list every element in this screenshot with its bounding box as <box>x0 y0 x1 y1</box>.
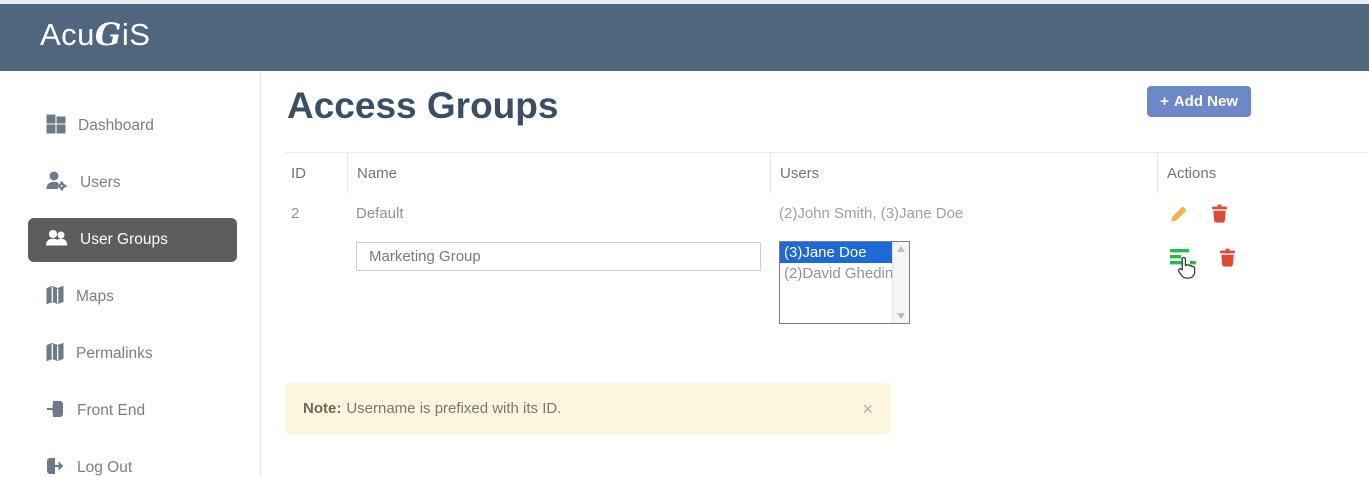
sidebar-item-label: Permalinks <box>76 345 153 363</box>
close-icon[interactable]: × <box>862 400 873 418</box>
note-alert: Note: Username is prefixed with its ID. … <box>285 383 891 434</box>
sidebar-item-user-groups[interactable]: User Groups <box>28 218 237 262</box>
note-label: Note: <box>303 400 341 417</box>
sign-in-icon <box>46 400 65 423</box>
sidebar-item-label: Dashboard <box>78 117 154 135</box>
sidebar-item-front-end[interactable]: Front End <box>28 389 237 433</box>
sidebar-item-permalinks[interactable]: Permalinks <box>28 332 237 376</box>
scroll-up-arrow-icon[interactable] <box>897 246 905 252</box>
logo-suffix: iS <box>122 17 151 52</box>
main-content: Access Groups + Add New ID Name Users Ac… <box>261 71 1369 477</box>
plus-icon: + <box>1160 93 1169 110</box>
column-header-id: ID <box>285 153 347 193</box>
edit-row: (3)Jane Doe (2)David Ghedini <box>285 233 1369 328</box>
page-title: Access Groups <box>287 85 558 127</box>
column-header-users: Users <box>770 153 1157 193</box>
table-row: 2 Default (2)John Smith, (3)Jane Doe <box>285 193 1369 233</box>
hand-cursor-icon <box>1174 255 1196 286</box>
dashboard-icon <box>46 114 66 139</box>
sidebar-item-maps[interactable]: Maps <box>28 275 237 319</box>
sidebar-item-label: Log Out <box>77 459 132 477</box>
edit-row-name-cell <box>347 233 770 271</box>
sidebar-item-label: Front End <box>77 402 145 420</box>
sidebar-item-log-out[interactable]: Log Out <box>28 446 237 477</box>
delete-trash-icon[interactable] <box>1219 248 1236 267</box>
delete-trash-icon[interactable] <box>1211 204 1228 223</box>
row-users: (2)John Smith, (3)Jane Doe <box>770 205 1157 222</box>
sidebar: Dashboard Users User <box>0 71 261 477</box>
row-actions <box>1157 204 1369 223</box>
multiselect-option[interactable]: (3)Jane Doe <box>780 242 892 263</box>
sidebar-item-dashboard[interactable]: Dashboard <box>28 104 237 148</box>
multiselect-option[interactable]: (2)David Ghedini <box>780 263 892 284</box>
logo-prefix: Acu <box>40 17 95 52</box>
users-multiselect[interactable]: (3)Jane Doe (2)David Ghedini <box>779 241 910 324</box>
logo-g: G <box>95 17 122 53</box>
app-window: AcuGiS Dashboard Users <box>0 0 1369 477</box>
table-header-row: ID Name Users Actions <box>285 152 1369 193</box>
edit-row-users-cell: (3)Jane Doe (2)David Ghedini <box>770 233 1157 324</box>
note-text: Username is prefixed with its ID. <box>346 400 561 417</box>
app-header: AcuGiS <box>0 4 1369 71</box>
save-group-button[interactable] <box>1169 248 1199 278</box>
add-new-label: Add New <box>1174 93 1238 110</box>
app-logo: AcuGiS <box>40 17 150 53</box>
scroll-down-arrow-icon[interactable] <box>897 313 905 319</box>
row-id: 2 <box>285 205 347 222</box>
access-groups-table: ID Name Users Actions 2 Default (2)John … <box>285 152 1369 328</box>
log-out-icon <box>46 457 65 477</box>
user-gear-icon <box>46 171 68 196</box>
sidebar-item-users[interactable]: Users <box>28 161 237 205</box>
users-icon <box>46 230 68 251</box>
multiselect-scrollbar[interactable] <box>892 242 909 323</box>
column-header-actions: Actions <box>1157 153 1369 193</box>
sidebar-item-label: User Groups <box>80 231 168 249</box>
edit-pencil-icon[interactable] <box>1169 204 1188 223</box>
edit-row-actions <box>1157 248 1369 278</box>
group-name-input[interactable] <box>356 242 761 271</box>
map-icon <box>46 285 64 310</box>
column-header-name: Name <box>347 153 770 193</box>
sidebar-item-label: Users <box>80 174 120 192</box>
add-new-button[interactable]: + Add New <box>1147 86 1251 117</box>
map-icon <box>46 342 64 367</box>
sidebar-item-label: Maps <box>76 288 114 306</box>
row-name: Default <box>347 205 770 222</box>
